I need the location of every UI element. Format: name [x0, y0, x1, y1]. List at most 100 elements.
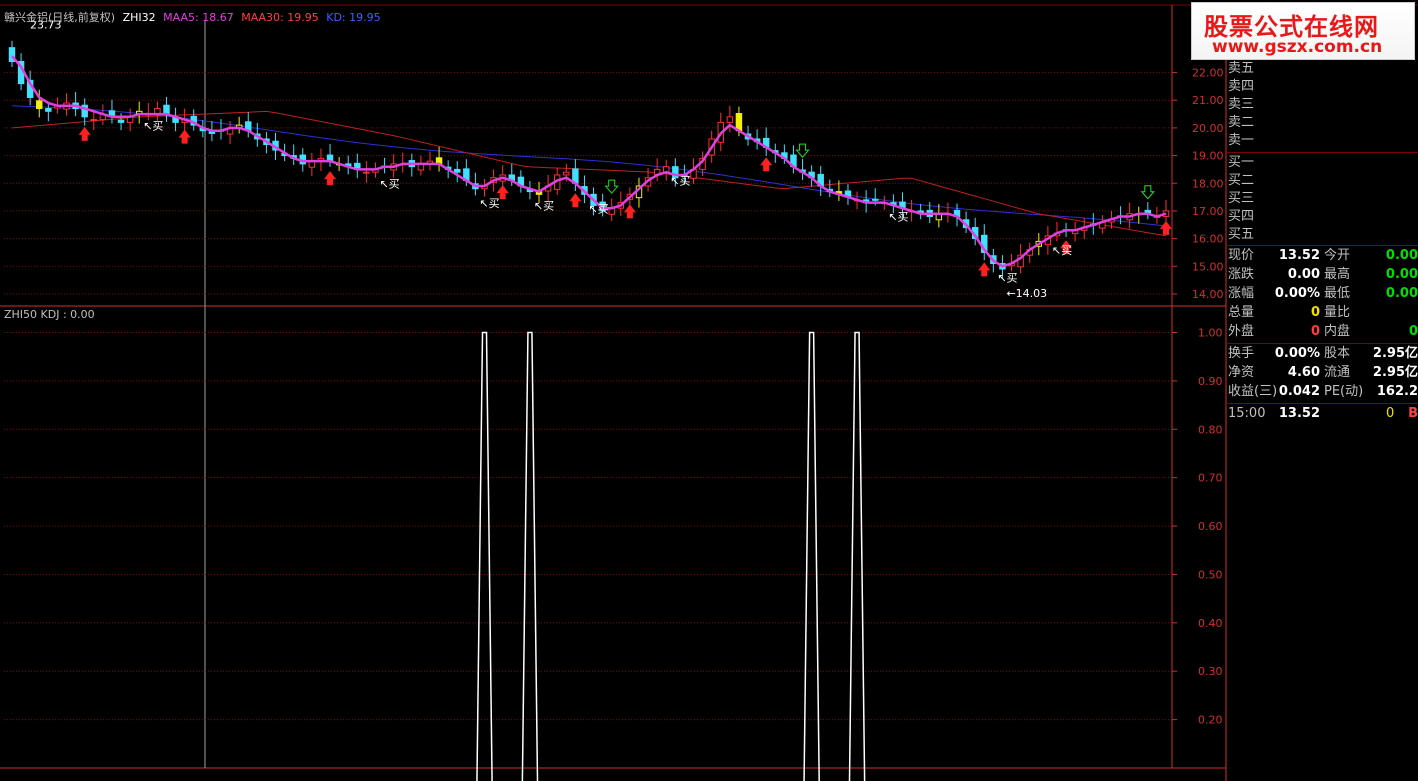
quote-label: 总量	[1228, 305, 1255, 320]
ma30-legend: MAA30: 19.95	[241, 11, 319, 24]
quote-panel: 卖五 卖四 卖三 卖二 卖一 买一 买二 买三 买四 买五 现价 13.52 今开 0.00 涨跌 0.00 最…	[1226, 60, 1418, 781]
indicator-name: ZHI32	[122, 11, 156, 24]
order-book-sell-row: 卖三	[1226, 96, 1418, 114]
quote-label: 收益(三)	[1228, 384, 1278, 399]
price-tick-label: 19.00	[1192, 150, 1224, 163]
price-tick-label: 18.00	[1192, 177, 1224, 190]
order-book-buy-row: 买三	[1226, 190, 1418, 208]
order-book-label: 卖一	[1228, 133, 1255, 148]
quote-value: 0.042	[1278, 384, 1320, 399]
buy-label: ↖买	[670, 175, 690, 188]
quote-label: 外盘	[1228, 324, 1255, 339]
buy-arrow-icon	[78, 126, 91, 141]
buy-arrow-icon	[178, 129, 191, 144]
quote-label: 流通	[1324, 365, 1351, 380]
quote-label: 0	[1386, 406, 1395, 421]
stock-chart[interactable]: 22.00 21.00 20.00 19.00 18.00 17.00 16.00 15.00…	[0, 0, 1418, 781]
panel-divider-line	[1226, 403, 1418, 404]
kdj-tick-label: 0.70	[1198, 472, 1223, 485]
buy-label: ↖买	[143, 119, 163, 132]
buy-label: ↖买	[479, 197, 499, 210]
kdj-line	[476, 331, 866, 781]
candle-body	[726, 116, 734, 123]
order-book-label: 买一	[1228, 155, 1255, 170]
order-book-label: 卖五	[1228, 61, 1255, 76]
order-book-label: 卖二	[1228, 115, 1255, 130]
buy-label: ↖买	[534, 200, 554, 213]
sell-arrow-icon	[1140, 185, 1155, 200]
order-book-buy-row: 买五	[1226, 226, 1418, 244]
quote-value: 0.00%	[1274, 286, 1320, 301]
quote-value: 0	[1310, 305, 1320, 320]
order-book-label: 买三	[1228, 191, 1255, 206]
candle-body	[563, 171, 570, 176]
buy-label: ↖买	[379, 177, 399, 190]
quote-value: 0.00	[1287, 267, 1320, 282]
quote-label: 今开	[1324, 248, 1351, 263]
quote-value: 0.00	[1385, 267, 1418, 282]
order-book-divider	[1226, 152, 1418, 153]
quote-label: 内盘	[1324, 324, 1351, 339]
quote-row: 净资 4.60 流通 2.95亿	[1226, 364, 1418, 382]
ma5-legend: MAA5: 18.67	[163, 11, 234, 24]
buy-label: ↖买	[588, 202, 608, 215]
price-tick-label: 22.00	[1192, 67, 1224, 80]
kdj-tick-label: 0.40	[1198, 617, 1223, 630]
quote-value: 0.00	[1385, 286, 1418, 301]
candle-body	[45, 108, 52, 112]
buy-label: ↖买	[1052, 244, 1072, 257]
quote-row: 收益(三) 0.042 PE(动) 162.2	[1226, 383, 1418, 401]
buy-arrow-icon	[569, 193, 582, 208]
price-tick-label: 14.00	[1192, 288, 1224, 301]
panel-divider-line	[1226, 245, 1418, 246]
quote-value: 13.52	[1278, 406, 1320, 421]
brand-logo: 股票公式在线网 www.gszx.com.cn	[1191, 2, 1415, 60]
kdj-tick-label: 0.80	[1198, 423, 1223, 436]
quote-label: 涨幅	[1228, 286, 1255, 301]
order-book-label: 买四	[1228, 209, 1255, 224]
order-book-sell-row: 卖四	[1226, 78, 1418, 96]
kdj-tick-label: 0.50	[1198, 568, 1223, 581]
quote-row: 15:00 13.52 0 B	[1226, 405, 1418, 423]
quote-label: 换手	[1228, 346, 1255, 361]
kdj-tick-label: 1.00	[1198, 327, 1223, 340]
sell-arrow-icon	[604, 179, 619, 194]
brand-url: www.gszx.com.cn	[1212, 37, 1383, 57]
candle-body	[90, 119, 98, 122]
order-book-label: 卖四	[1228, 79, 1255, 94]
quote-value: 0.00%	[1274, 346, 1320, 361]
quote-value: 162.2	[1376, 384, 1418, 399]
quote-value: 2.95亿	[1372, 365, 1418, 380]
kdj-tick-label: 0.20	[1198, 714, 1223, 727]
panel-divider-line	[1226, 343, 1418, 344]
candle-body	[454, 168, 461, 173]
quote-row: 涨幅 0.00% 最低 0.00	[1226, 285, 1418, 303]
kdj-tick-label: 0.90	[1198, 375, 1223, 388]
quote-label: 15:00	[1228, 406, 1266, 421]
buy-arrow-icon	[978, 262, 991, 277]
order-book-label: 买二	[1228, 173, 1255, 188]
buy-label: ↖买	[997, 271, 1017, 284]
candle-body	[36, 100, 43, 110]
low-label: ←14.03	[1006, 287, 1047, 300]
order-book-sell-row: 卖一	[1226, 132, 1418, 150]
price-tick-label: 16.00	[1192, 233, 1224, 246]
order-book-buy-row: 买一	[1226, 154, 1418, 172]
price-tick-label: 17.00	[1192, 205, 1224, 218]
kd-legend: KD: 19.95	[326, 11, 381, 24]
quote-value: B	[1408, 406, 1418, 421]
candle-body	[117, 119, 125, 123]
order-book-buy-row: 买二	[1226, 172, 1418, 190]
quote-label: 涨跌	[1228, 267, 1255, 282]
quote-label: 净资	[1228, 365, 1255, 380]
stock-name: 赣兴金铝(日线,前复权)	[4, 11, 116, 24]
ma5-line	[11, 55, 1167, 268]
price-tick-label: 15.00	[1192, 260, 1224, 273]
quote-label: 现价	[1228, 248, 1255, 263]
kdj-legend: ZHI50 KDJ : 0.00	[4, 308, 95, 321]
quote-row: 现价 13.52 今开 0.00	[1226, 247, 1418, 265]
kdj-tick-label: 0.60	[1198, 520, 1223, 533]
quote-value: 4.60	[1287, 365, 1320, 380]
quote-row: 涨跌 0.00 最高 0.00	[1226, 266, 1418, 284]
quote-row: 换手 0.00% 股本 2.95亿	[1226, 345, 1418, 363]
